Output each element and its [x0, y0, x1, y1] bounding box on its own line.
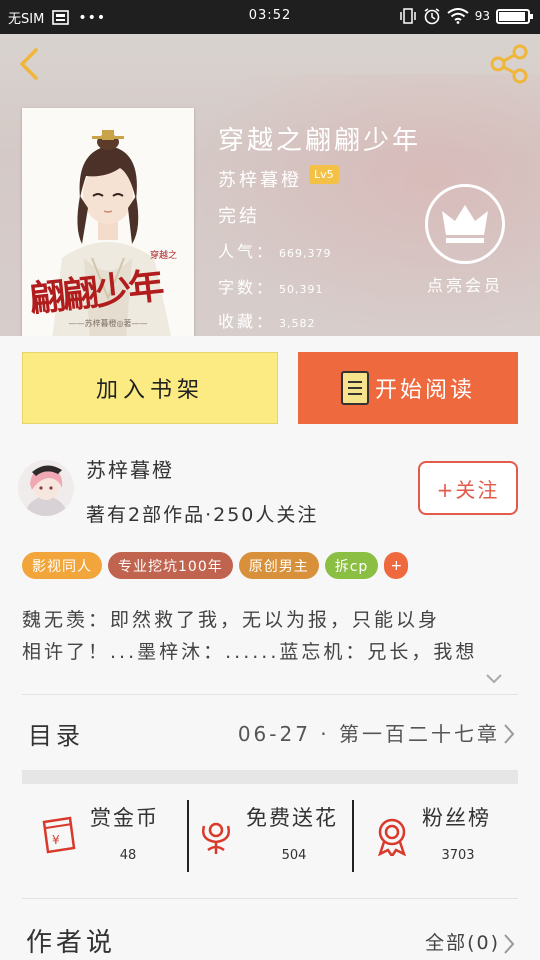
stat-value: 50,391	[279, 283, 324, 296]
support-count: 3703	[441, 848, 475, 863]
cover-illustration: 穿越之 翩翩少年 ——苏梓暮橙◎著——	[22, 108, 194, 336]
book-icon	[340, 371, 369, 405]
avatar[interactable]	[18, 460, 74, 516]
back-icon[interactable]	[12, 44, 52, 84]
book-header: 穿越之 翩翩少年 ——苏梓暮橙◎著—— 穿越之翩翩少年 苏梓暮橙 Lv5 完结 …	[0, 34, 540, 336]
red-envelope-icon: ¥	[42, 816, 76, 854]
stat-value: 669,379	[279, 247, 332, 260]
cover-subtitle: 穿越之	[150, 249, 177, 261]
support-count: 48	[119, 848, 137, 863]
stat-wordcount: 字数： 50,391	[218, 274, 324, 298]
stat-value: 3,582	[279, 317, 316, 330]
svg-text:¥: ¥	[52, 833, 60, 847]
support-label: 赏金币	[90, 806, 159, 830]
support-count: 504	[281, 848, 307, 863]
level-badge: Lv5	[309, 165, 339, 184]
start-reading-label: 开始阅读	[374, 378, 475, 403]
book-title: 穿越之翩翩少年	[218, 126, 422, 156]
divider	[187, 800, 189, 872]
book-status: 完结	[218, 206, 260, 227]
tag[interactable]: 拆cp	[324, 552, 379, 579]
crown-icon	[425, 184, 505, 264]
follow-button[interactable]: +关注	[418, 461, 518, 515]
author-meta: 著有2部作品·250人关注	[86, 504, 319, 526]
catalog-label: 目录	[28, 722, 84, 750]
support-label: 粉丝榜	[422, 806, 491, 830]
author-name[interactable]: 苏梓暮橙	[86, 454, 174, 483]
fan-ranking-button[interactable]: 粉丝榜 3703	[372, 798, 512, 874]
section-separator	[22, 770, 518, 784]
tag[interactable]: 原创男主	[238, 552, 319, 579]
send-flower-button[interactable]: 免费送花 504	[196, 798, 346, 874]
battery-percent: 93	[474, 9, 490, 23]
reward-coins-button[interactable]: ¥ 赏金币 48	[40, 798, 180, 874]
stat-label: 字数：	[218, 278, 276, 297]
chevron-right-icon	[504, 724, 515, 744]
wifi-icon	[447, 8, 469, 24]
latest-chapter: 06-27 · 第一百二十七章	[237, 722, 500, 746]
status-bar: 无SIM ••• 03:52 93	[0, 0, 540, 34]
support-label: 免费送花	[246, 806, 338, 830]
medal-icon	[378, 818, 406, 856]
divider	[22, 694, 518, 695]
stat-label: 人气：	[218, 242, 276, 261]
tag-list: 影视同人 专业挖坑100年 原创男主 拆cp +	[22, 552, 409, 579]
more-tags-button[interactable]: +	[384, 552, 409, 579]
chevron-down-icon[interactable]	[484, 672, 504, 686]
cover-byline: ——苏梓暮橙◎著——	[69, 318, 148, 328]
vip-label: 点亮会员	[426, 276, 503, 295]
vibrate-icon	[399, 8, 416, 24]
add-to-shelf-button[interactable]: 加入书架	[22, 352, 278, 424]
book-author[interactable]: 苏梓暮橙	[218, 166, 302, 192]
flower-icon	[202, 822, 230, 854]
intro-line: 相许了！...墨梓沐：......蓝忘机：兄长，我想	[22, 641, 478, 663]
share-icon[interactable]	[488, 44, 532, 84]
alarm-icon	[424, 8, 440, 25]
chevron-right-icon	[504, 934, 515, 954]
author-says-label: 作者说	[26, 928, 117, 958]
tag[interactable]: 影视同人	[22, 552, 102, 579]
start-reading-button[interactable]: 开始阅读	[298, 352, 518, 424]
intro-line: 魏无羡：即然救了我，无以为报，只能以身	[22, 609, 441, 631]
tag[interactable]: 专业挖坑100年	[108, 552, 233, 579]
stat-popularity: 人气： 669,379	[218, 238, 332, 262]
book-cover[interactable]: 穿越之 翩翩少年 ——苏梓暮橙◎著——	[22, 108, 194, 336]
divider	[22, 898, 518, 899]
stat-favorites: 收藏： 3,582	[218, 308, 316, 332]
battery-icon	[496, 8, 533, 24]
stat-label: 收藏：	[218, 312, 276, 331]
vip-button[interactable]: 点亮会员	[420, 184, 510, 304]
book-intro[interactable]: 魏无羡：即然救了我，无以为报，只能以身 相许了！...墨梓沐：......蓝忘机…	[22, 604, 522, 668]
divider	[352, 800, 354, 872]
author-says-all: 全部(0)	[425, 932, 500, 954]
